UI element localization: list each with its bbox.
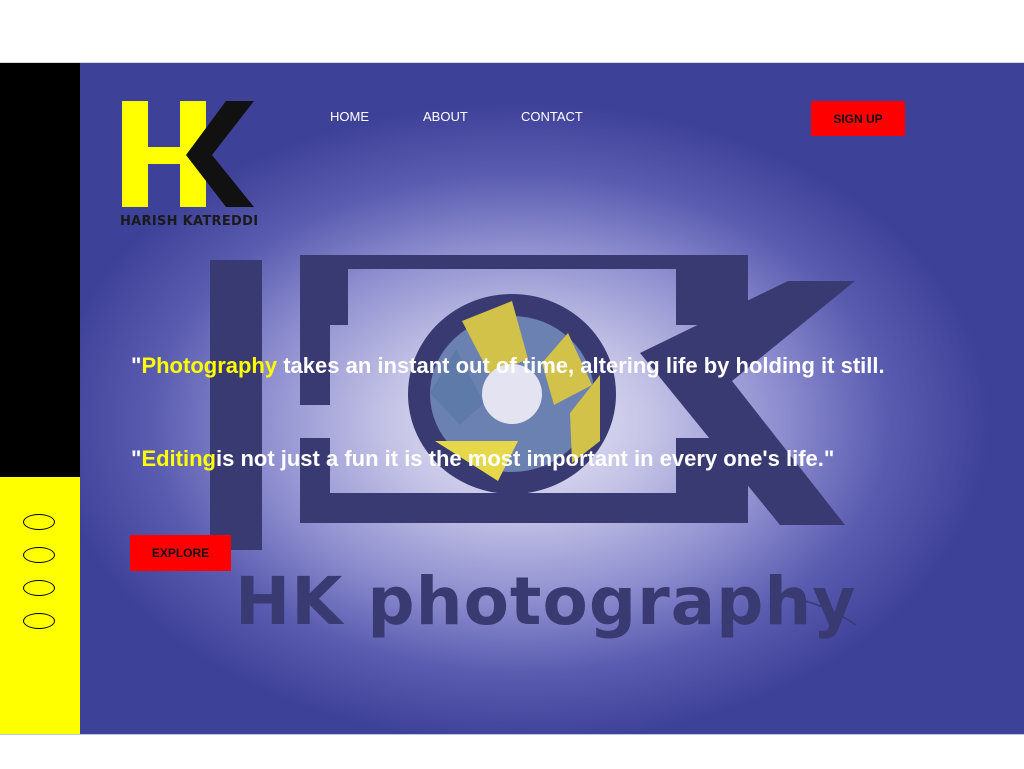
quote-photography: "Photography takes an instant out of tim… <box>131 350 891 381</box>
background-wordmark: HK photography <box>235 563 857 640</box>
slide-dot-1[interactable] <box>23 514 55 530</box>
sidebar-bottom-panel <box>0 477 80 734</box>
quote-open-mark: " <box>131 353 142 378</box>
slide-dot-2[interactable] <box>23 547 55 563</box>
quote-highlight-editing: Editing <box>141 446 216 471</box>
slide-dot-3[interactable] <box>23 580 55 596</box>
quote-open-mark: " <box>131 446 142 471</box>
nav-about-link[interactable]: ABOUT <box>423 109 468 124</box>
quote-highlight-photography: Photography <box>141 353 278 378</box>
logo-caption: HARISH KATREDDI <box>120 214 259 229</box>
quote-text-editing: is not just a fun it is the most importa… <box>215 446 835 471</box>
sign-up-button[interactable]: SIGN UP <box>811 101 905 136</box>
nav-contact-link[interactable]: CONTACT <box>521 109 583 124</box>
quote-text-photography: takes an instant out of time, altering l… <box>277 353 885 378</box>
hero-section: HK photography HARISH KATREDDI HOME ABOU… <box>80 63 1024 734</box>
bottom-strip <box>0 734 1024 769</box>
top-strip <box>0 0 1024 63</box>
slide-dot-4[interactable] <box>23 613 55 629</box>
sidebar-top-panel <box>0 63 80 477</box>
quote-editing: "Editingis not just a fun it is the most… <box>131 443 891 474</box>
nav-home-link[interactable]: HOME <box>330 109 369 124</box>
explore-button[interactable]: EXPLORE <box>130 535 231 571</box>
